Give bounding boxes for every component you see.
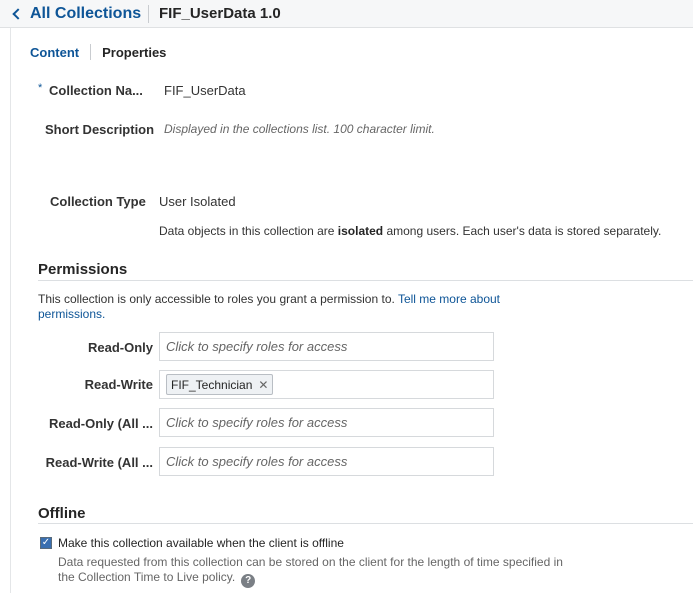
tab-divider	[90, 44, 92, 60]
read-only-roles-input[interactable]: Click to specify roles for access	[159, 332, 494, 361]
type-desc-bold: isolated	[337, 224, 384, 238]
role-chip: FIF_Technician ✕	[166, 374, 274, 395]
chevron-left-icon	[12, 8, 24, 20]
tab-properties[interactable]: Properties	[102, 45, 166, 60]
read-write-roles-input[interactable]: FIF_Technician ✕	[159, 370, 494, 399]
required-marker: *	[38, 82, 43, 94]
permissions-heading: Permissions	[38, 261, 128, 278]
collection-type-description: Data objects in this collection are isol…	[159, 224, 661, 238]
header-bar: All Collections FIF_UserData 1.0	[0, 0, 693, 28]
help-icon[interactable]: ?	[241, 573, 256, 588]
checkmark-icon: ✓	[41, 537, 51, 548]
offline-checkbox-label[interactable]: Make this collection available when the …	[58, 536, 344, 550]
tab-content[interactable]: Content	[30, 45, 79, 60]
type-desc-pre: Data objects in this collection are	[159, 224, 338, 238]
title-divider	[148, 5, 149, 23]
read-only-all-roles-input[interactable]: Click to specify roles for access	[159, 408, 494, 437]
page-title: FIF_UserData 1.0	[159, 5, 281, 22]
offline-heading: Offline	[38, 505, 86, 522]
permissions-intro-text: This collection is only accessible to ro…	[38, 292, 398, 306]
back-link-label: All Collections	[30, 5, 142, 22]
collection-type-value: User Isolated	[159, 194, 236, 209]
collection-type-label: Collection Type	[50, 194, 146, 209]
back-to-all-collections-link[interactable]: All Collections	[10, 4, 141, 24]
content-left-border	[10, 28, 11, 593]
offline-checkbox[interactable]: ✓	[40, 537, 52, 549]
permissions-divider	[38, 280, 693, 281]
type-desc-post: among users. Each user's data is stored …	[383, 224, 662, 238]
short-description-label: Short Description	[45, 122, 155, 137]
collection-name-value: FIF_UserData	[164, 83, 246, 98]
read-write-all-placeholder: Click to specify roles for access	[166, 454, 348, 469]
permissions-intro: This collection is only accessible to ro…	[38, 292, 538, 322]
read-only-all-placeholder: Click to specify roles for access	[166, 415, 348, 430]
role-chip-label: FIF_Technician	[171, 377, 253, 392]
close-icon[interactable]: ✕	[258, 378, 268, 392]
read-write-all-label: Read-Write (All ...	[45, 455, 153, 470]
read-write-label: Read-Write	[84, 377, 153, 392]
read-write-all-roles-input[interactable]: Click to specify roles for access	[159, 447, 494, 476]
collection-name-label: Collection Na...	[49, 83, 143, 98]
read-only-all-label: Read-Only (All ...	[48, 416, 153, 431]
read-only-label: Read-Only	[87, 340, 153, 355]
read-only-placeholder: Click to specify roles for access	[166, 339, 348, 354]
short-description-field[interactable]: Displayed in the collections list. 100 c…	[164, 122, 435, 136]
offline-divider	[38, 523, 693, 524]
tab-bar: Content Properties	[30, 44, 166, 60]
offline-description-text: Data requested from this collection can …	[58, 555, 563, 584]
offline-description: Data requested from this collection can …	[58, 555, 578, 588]
